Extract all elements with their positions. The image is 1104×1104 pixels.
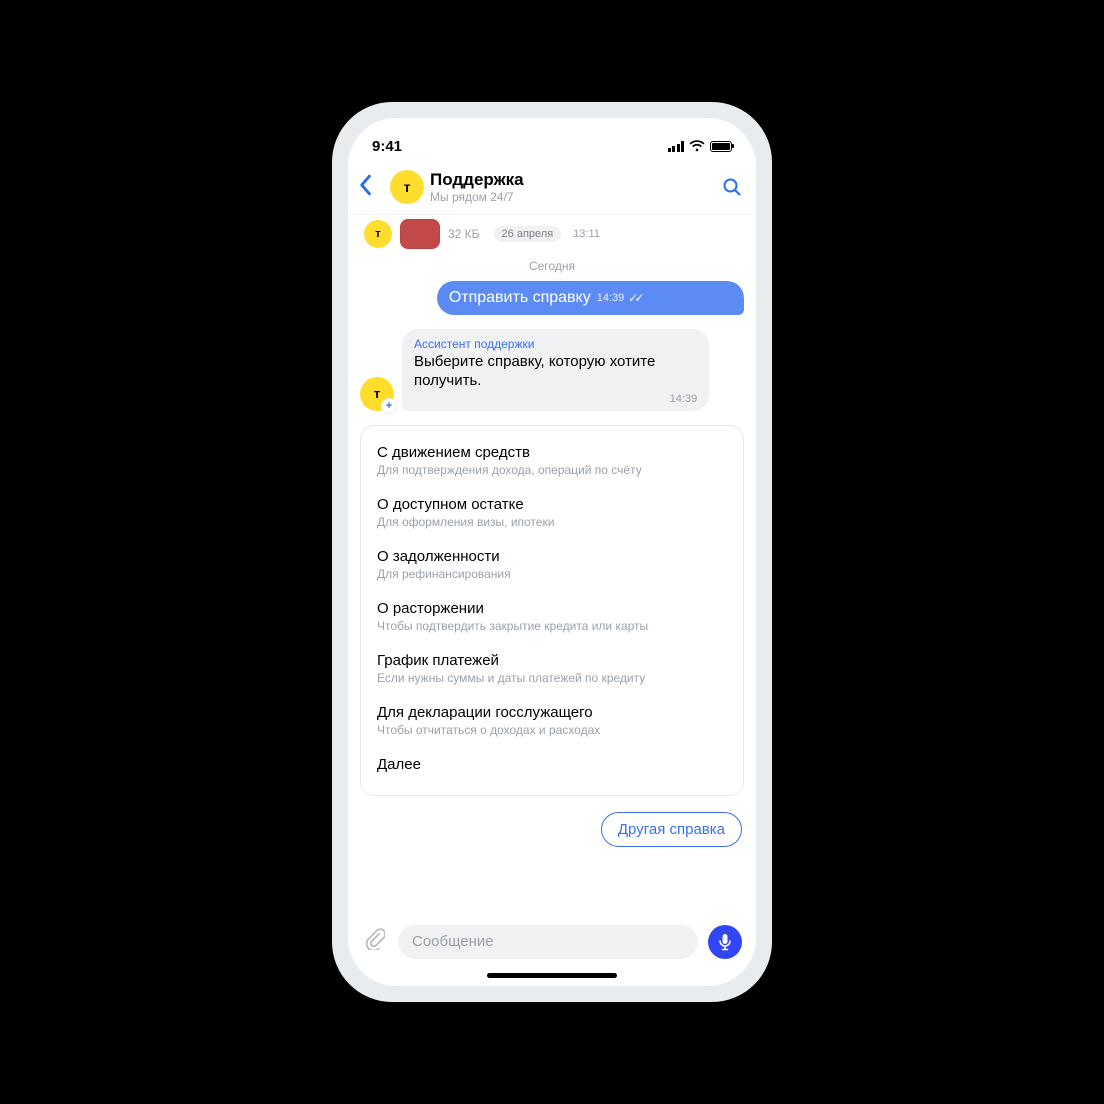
- incoming-bubble[interactable]: Ассистент поддержки Выберите справку, ко…: [402, 329, 709, 411]
- wifi-icon: [689, 140, 705, 152]
- cellular-signal-icon: [668, 141, 685, 152]
- file-message[interactable]: т 32 КБ 26 апреля 13:11: [360, 215, 744, 249]
- mic-button[interactable]: [708, 925, 742, 959]
- option-more[interactable]: Далее: [377, 748, 727, 787]
- date-pill: 26 апреля: [494, 226, 562, 242]
- back-button[interactable]: [356, 174, 384, 201]
- options-card: С движением средств Для подтверждения до…: [360, 425, 744, 796]
- header-subtitle: Мы рядом 24/7: [430, 190, 710, 204]
- status-time: 9:41: [372, 138, 402, 155]
- status-bar: 9:41: [348, 128, 756, 164]
- plus-badge-icon: +: [381, 398, 397, 414]
- read-check-icon: ✓✓: [628, 291, 640, 305]
- input-bar: Сообщение: [348, 917, 756, 969]
- other-reference-chip[interactable]: Другая справка: [601, 812, 742, 847]
- phone-frame: 9:41 т Поддержка Мы рядом 24/7 т: [332, 102, 772, 1002]
- chat-area: т 32 КБ 26 апреля 13:11 Сегодня Отправит…: [348, 215, 756, 917]
- file-thumbnail-icon: [400, 219, 440, 249]
- message-input[interactable]: Сообщение: [398, 925, 698, 959]
- assistant-label: Ассистент поддержки: [414, 337, 697, 351]
- outgoing-message[interactable]: Отправить справку 14:39 ✓✓: [437, 281, 744, 315]
- sender-avatar-icon: т: [364, 220, 392, 248]
- incoming-time: 14:39: [414, 393, 697, 405]
- incoming-message: т + Ассистент поддержки Выберите справку…: [360, 329, 744, 411]
- battery-icon: [710, 141, 732, 152]
- option-debt[interactable]: О задолженности Для рефинансирования: [377, 540, 727, 592]
- attach-button[interactable]: [362, 928, 388, 956]
- option-civil-servant-declaration[interactable]: Для декларации госслужащего Чтобы отчита…: [377, 696, 727, 748]
- day-separator: Сегодня: [360, 259, 744, 273]
- chat-header: т Поддержка Мы рядом 24/7: [348, 164, 756, 215]
- file-size: 32 КБ: [448, 227, 480, 241]
- outgoing-text: Отправить справку: [449, 289, 591, 307]
- header-title: Поддержка: [430, 170, 710, 190]
- option-available-balance[interactable]: О доступном остатке Для оформления визы,…: [377, 488, 727, 540]
- search-button[interactable]: [716, 177, 742, 197]
- status-icons: [668, 140, 733, 152]
- home-indicator: [487, 973, 617, 978]
- option-payment-schedule[interactable]: График платежей Если нужны суммы и даты …: [377, 644, 727, 696]
- option-termination[interactable]: О расторжении Чтобы подтвердить закрытие…: [377, 592, 727, 644]
- outgoing-time: 14:39: [597, 292, 625, 304]
- file-time: 13:11: [573, 228, 600, 240]
- assistant-avatar: т +: [360, 377, 394, 411]
- option-funds-movement[interactable]: С движением средств Для подтверждения до…: [377, 436, 727, 488]
- incoming-text: Выберите справку, которую хотите получит…: [414, 353, 697, 391]
- screen: 9:41 т Поддержка Мы рядом 24/7 т: [348, 118, 756, 986]
- support-avatar: т: [390, 170, 424, 204]
